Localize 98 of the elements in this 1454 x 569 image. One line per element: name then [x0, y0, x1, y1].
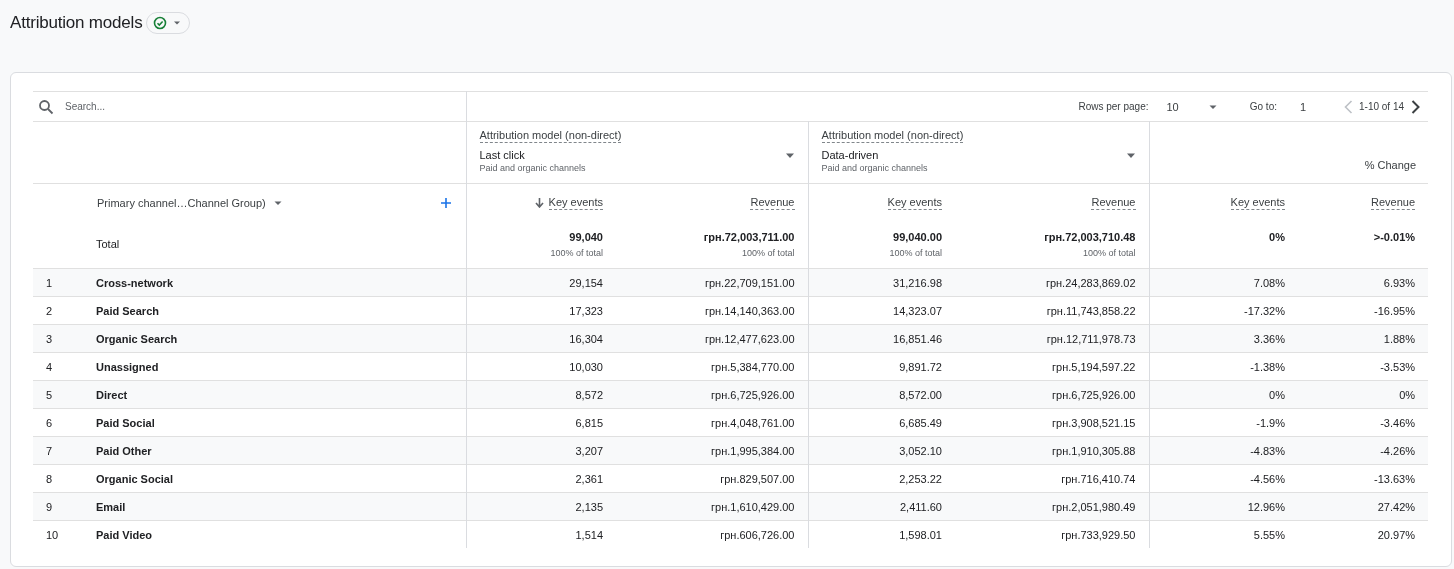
table-cell: 8,572	[466, 380, 616, 409]
metric-header[interactable]: Key events	[887, 196, 942, 210]
table-cell: 12.96%	[1149, 492, 1298, 521]
table-cell: 0%	[1149, 380, 1298, 409]
table-cell: 31,216.98	[808, 268, 955, 297]
table-cell: грн.606,726.00	[616, 520, 808, 548]
model-name[interactable]: Data-driven	[821, 149, 1126, 161]
channel-name: Paid Social	[96, 416, 155, 429]
page-title: Attribution models	[10, 13, 143, 33]
metric-header[interactable]: Revenue	[1371, 196, 1416, 210]
channel-name: Cross-network	[96, 276, 174, 289]
row-number: 3	[45, 332, 54, 345]
page-range: 1-10 of 14	[1359, 101, 1405, 112]
table-cell: грн.6,725,926.00	[955, 380, 1149, 409]
model-label: Attribution model (non-direct)	[479, 129, 622, 143]
page-number-field[interactable]: 1	[1300, 100, 1332, 113]
table-cell: 16,304	[466, 324, 616, 353]
table-cell: 6.93%	[1298, 268, 1429, 297]
total-share: 100% of total	[1081, 248, 1136, 258]
table-cell: 1,598.01	[808, 520, 955, 548]
channel-name: Organic Search	[96, 332, 178, 345]
table-cell: грн.1,995,384.00	[616, 436, 808, 465]
dimension-selector[interactable]: Primary channel…Channel Group)	[97, 197, 282, 209]
table-cell: 2,411.60	[808, 492, 955, 521]
table-cell: грн.12,477,623.00	[616, 324, 808, 353]
channel-name: Paid Other	[96, 444, 152, 457]
table-cell: 1,514	[466, 520, 616, 548]
sort-arrow-icon	[534, 198, 544, 208]
status-dropdown[interactable]	[146, 12, 191, 34]
channel-name: Paid Search	[96, 304, 159, 317]
check-circle-icon	[153, 16, 168, 30]
table-cell: грн.1,910,305.88	[955, 436, 1149, 465]
table-cell: грн.12,711,978.73	[955, 324, 1149, 353]
table-cell: грн.24,283,869.02	[955, 268, 1149, 297]
table-cell: грн.2,051,980.49	[955, 492, 1149, 521]
total-label: Total	[95, 237, 121, 250]
row-number: 4	[45, 360, 54, 373]
table-cell: 8,572.00	[808, 380, 955, 409]
metric-header[interactable]: Key events	[534, 196, 603, 210]
table-cell: грн.6,725,926.00	[616, 380, 808, 409]
row-number: 8	[45, 472, 54, 485]
model-name[interactable]: Last click	[479, 149, 785, 161]
row-number: 5	[45, 388, 54, 401]
row-number: 6	[45, 416, 54, 429]
table-cell: 1.88%	[1298, 324, 1429, 353]
total-value: 99,040.00	[892, 230, 942, 243]
table-cell: 7.08%	[1149, 268, 1298, 297]
table-cell: 3.36%	[1149, 324, 1298, 353]
channel-name: Unassigned	[96, 360, 159, 373]
model-label: Attribution model (non-direct)	[821, 129, 964, 143]
row-number: 9	[45, 500, 54, 513]
total-value: грн.72,003,710.48	[1043, 230, 1136, 243]
search-icon	[38, 98, 54, 115]
table-cell: -4.83%	[1149, 436, 1298, 465]
channel-name: Email	[96, 500, 126, 513]
rows-per-page-label: Rows per page:	[1078, 101, 1149, 112]
caret-icon	[173, 19, 182, 27]
total-value: 0%	[1268, 230, 1285, 243]
table-cell: -4.26%	[1298, 436, 1429, 465]
metric-header[interactable]: Revenue	[1091, 196, 1136, 210]
table-cell: грн.733,929.50	[955, 520, 1149, 548]
row-number: 2	[45, 304, 54, 317]
table-cell: 3,207	[466, 436, 616, 465]
table-cell: грн.22,709,151.00	[616, 268, 808, 297]
total-value: грн.72,003,711.00	[702, 230, 795, 243]
caret-icon[interactable]	[1125, 153, 1136, 159]
row-number: 1	[45, 276, 54, 289]
table-cell: 0%	[1298, 380, 1429, 409]
channel-name: Direct	[96, 388, 128, 401]
table-cell: 5.55%	[1149, 520, 1298, 548]
table-cell: 16,851.46	[808, 324, 955, 353]
total-share: 100% of total	[549, 248, 603, 258]
caret-icon[interactable]	[784, 153, 795, 159]
table-cell: 3,052.10	[808, 436, 955, 465]
model-channels: Paid and organic channels	[479, 163, 587, 173]
total-share: 100% of total	[888, 248, 942, 258]
rows-per-page-dropdown[interactable]: 10	[1166, 100, 1217, 113]
metric-header[interactable]: Revenue	[750, 196, 795, 210]
channel-name: Paid Video	[96, 528, 153, 541]
go-to-label: Go to:	[1249, 101, 1277, 112]
table-cell: 27.42%	[1298, 492, 1429, 521]
table-cell: грн.1,610,429.00	[616, 492, 808, 521]
search-field[interactable]: Search...	[63, 100, 447, 113]
metric-header[interactable]: Key events	[1230, 196, 1285, 210]
total-share: 100% of total	[740, 248, 795, 258]
caret-icon	[273, 199, 282, 207]
next-page-icon[interactable]	[1411, 99, 1421, 114]
row-number: 10	[45, 528, 60, 541]
total-value: 99,040	[568, 230, 603, 243]
channel-name: Organic Social	[96, 472, 174, 485]
table-cell: 2,135	[466, 492, 616, 521]
row-number: 7	[45, 444, 54, 457]
table-cell: 20.97%	[1298, 520, 1429, 548]
total-value: >-0.01%	[1372, 230, 1416, 243]
table-cell: 29,154	[466, 268, 616, 297]
model-channels: Paid and organic channels	[821, 163, 929, 173]
change-header: % Change	[1364, 158, 1417, 171]
add-icon[interactable]	[440, 198, 451, 208]
